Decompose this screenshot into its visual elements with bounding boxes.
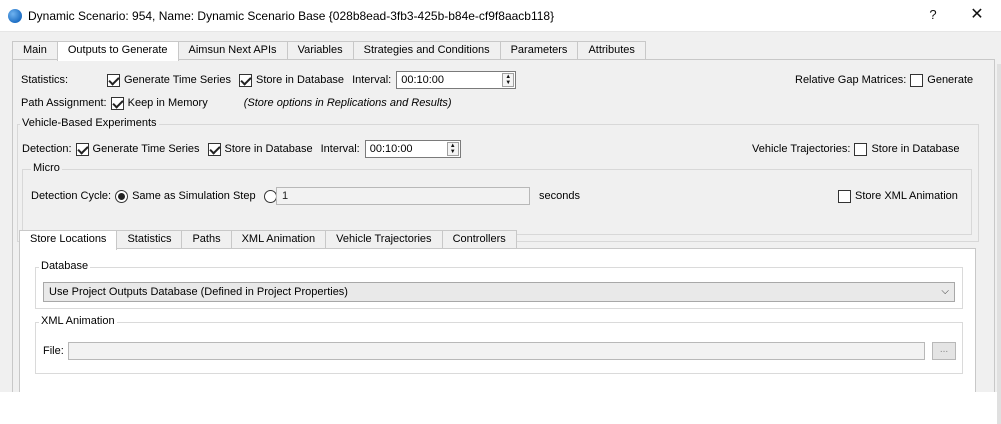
tab-statistics[interactable]: Statistics: [116, 230, 183, 249]
detection-store-db-checkbox[interactable]: [207, 142, 221, 156]
statistics-interval-label: Interval:: [352, 74, 392, 86]
bottom-tab-bar: Store Locations Statistics Paths XML Ani…: [19, 230, 517, 250]
app-icon: [8, 9, 22, 23]
micro-title: Micro: [31, 162, 62, 174]
keep-in-memory-checkbox[interactable]: [110, 96, 124, 110]
detection-interval-spinbox[interactable]: 00:10:00 ▲ ▼: [364, 140, 461, 158]
store-xml-row: Store XML Animation: [838, 186, 958, 206]
store-xml-checkbox[interactable]: [838, 189, 851, 203]
statistics-time-series-label[interactable]: Generate Time Series: [124, 74, 231, 86]
tab-vehicle-trajectories[interactable]: Vehicle Trajectories: [325, 230, 443, 249]
relative-gap-generate-checkbox[interactable]: [910, 73, 924, 87]
database-group: Database Use Project Outputs Database (D…: [35, 260, 963, 309]
detection-row: Detection: Generate Time Series Store in…: [22, 139, 461, 159]
store-locations-pane: Database Use Project Outputs Database (D…: [19, 248, 976, 392]
detection-store-db-label[interactable]: Store in Database: [225, 143, 313, 155]
help-button[interactable]: ?: [918, 4, 948, 26]
trajectories-store-checkbox[interactable]: [854, 142, 868, 156]
tab-strategies-and-conditions[interactable]: Strategies and Conditions: [352, 41, 501, 60]
vehicle-based-group: Vehicle-Based Experiments Detection: Gen…: [17, 117, 979, 242]
tab-attributes[interactable]: Attributes: [577, 41, 646, 60]
tab-parameters[interactable]: Parameters: [499, 41, 579, 60]
custom-cycle-radio[interactable]: [263, 189, 277, 203]
xml-animation-group: XML Animation File: ...: [35, 315, 963, 374]
tab-main[interactable]: Main: [12, 41, 58, 60]
trajectories-label: Vehicle Trajectories:: [752, 143, 851, 155]
detection-time-series-checkbox[interactable]: [75, 142, 89, 156]
tab-controllers[interactable]: Controllers: [441, 230, 517, 249]
path-assignment-note: (Store options in Replications and Resul…: [243, 97, 452, 109]
path-assignment-label: Path Assignment:: [21, 97, 107, 109]
trajectories-row: Vehicle Trajectories: Store in Database: [752, 139, 960, 159]
micro-group: Micro Detection Cycle: Same as Simulatio…: [22, 162, 972, 235]
trajectories-store-label[interactable]: Store in Database: [871, 143, 959, 155]
detection-time-series-label[interactable]: Generate Time Series: [93, 143, 200, 155]
spin-arrows-icon[interactable]: ▲ ▼: [502, 73, 515, 87]
spin-arrows-icon[interactable]: ▲ ▼: [446, 142, 459, 156]
tab-xml-animation[interactable]: XML Animation: [230, 230, 327, 249]
seconds-label: seconds: [539, 190, 580, 202]
title-bar: Dynamic Scenario: 954, Name: Dynamic Sce…: [0, 0, 1001, 32]
detection-cycle-label: Detection Cycle:: [31, 190, 112, 202]
chevron-down-icon[interactable]: ⌵: [941, 283, 949, 301]
relative-gap-row: Relative Gap Matrices: Generate: [795, 70, 973, 90]
detection-interval-label: Interval:: [320, 143, 360, 155]
tab-paths[interactable]: Paths: [181, 230, 232, 249]
statistics-store-db-checkbox[interactable]: [239, 73, 252, 87]
window-title: Dynamic Scenario: 954, Name: Dynamic Sce…: [28, 9, 555, 23]
tab-outputs-to-generate[interactable]: Outputs to Generate: [56, 41, 179, 61]
dialog-body: Main Outputs to Generate Aimsun Next API…: [0, 32, 1001, 424]
file-label: File:: [43, 345, 64, 357]
same-as-step-radio[interactable]: [115, 189, 129, 203]
tab-aimsun-next-apis[interactable]: Aimsun Next APIs: [177, 41, 288, 60]
statistics-interval-spinbox[interactable]: 00:10:00 ▲ ▼: [396, 71, 517, 89]
database-dropdown-value[interactable]: Use Project Outputs Database (Defined in…: [49, 286, 348, 298]
database-dropdown[interactable]: Use Project Outputs Database (Defined in…: [43, 282, 955, 302]
statistics-store-db-label[interactable]: Store in Database: [256, 74, 344, 86]
detection-cycle-input[interactable]: 1: [276, 187, 530, 205]
statistics-row: Statistics: Generate Time Series Store i…: [21, 70, 517, 90]
window-edge: [997, 64, 1001, 424]
browse-button[interactable]: ...: [932, 342, 956, 360]
top-tab-bar: Main Outputs to Generate Aimsun Next API…: [12, 41, 646, 61]
xml-animation-title: XML Animation: [39, 315, 117, 327]
tab-store-locations[interactable]: Store Locations: [19, 230, 118, 250]
database-title: Database: [39, 260, 91, 272]
store-xml-label[interactable]: Store XML Animation: [855, 190, 958, 202]
detection-cycle-row: Detection Cycle: Same as Simulation Step: [31, 186, 281, 206]
close-button[interactable]: ✕: [962, 4, 992, 26]
detection-label: Detection:: [22, 143, 72, 155]
statistics-label: Statistics:: [21, 74, 69, 86]
statistics-time-series-checkbox[interactable]: [107, 73, 120, 87]
relative-gap-generate-label[interactable]: Generate: [927, 74, 973, 86]
relative-gap-label: Relative Gap Matrices:: [795, 74, 907, 86]
path-assignment-row: Path Assignment: Keep in Memory (Store o…: [21, 93, 452, 113]
statistics-interval-value[interactable]: 00:10:00: [397, 74, 444, 86]
vehicle-based-title: Vehicle-Based Experiments: [20, 117, 159, 129]
detection-interval-value[interactable]: 00:10:00: [366, 143, 413, 155]
keep-in-memory-label[interactable]: Keep in Memory: [128, 97, 208, 109]
same-as-step-label[interactable]: Same as Simulation Step: [132, 190, 256, 202]
xml-file-input[interactable]: [68, 342, 925, 360]
tab-variables[interactable]: Variables: [286, 41, 354, 60]
